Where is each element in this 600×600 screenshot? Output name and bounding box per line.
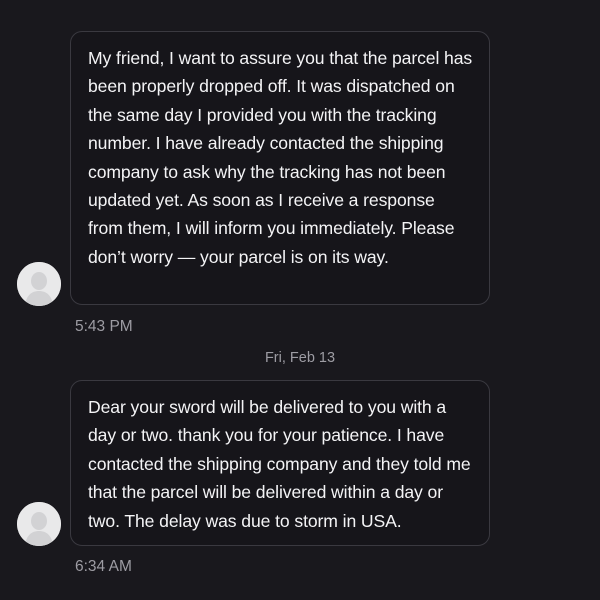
chat-thread: My friend, I want to assure you that the…	[0, 0, 600, 600]
message-text: My friend, I want to assure you that the…	[88, 48, 473, 267]
message-timestamp: 5:43 PM	[75, 318, 133, 335]
message-bubble[interactable]: My friend, I want to assure you that the…	[70, 31, 490, 305]
message-timestamp: 6:34 AM	[75, 558, 132, 575]
message-bubble[interactable]: Dear your sword will be delivered to you…	[70, 380, 490, 546]
user-avatar-icon	[17, 502, 61, 546]
sender-avatar[interactable]	[17, 262, 61, 306]
sender-avatar[interactable]	[17, 502, 61, 546]
user-avatar-icon	[17, 262, 61, 306]
date-separator: Fri, Feb 13	[264, 350, 336, 366]
message-text: Dear your sword will be delivered to you…	[88, 397, 471, 531]
